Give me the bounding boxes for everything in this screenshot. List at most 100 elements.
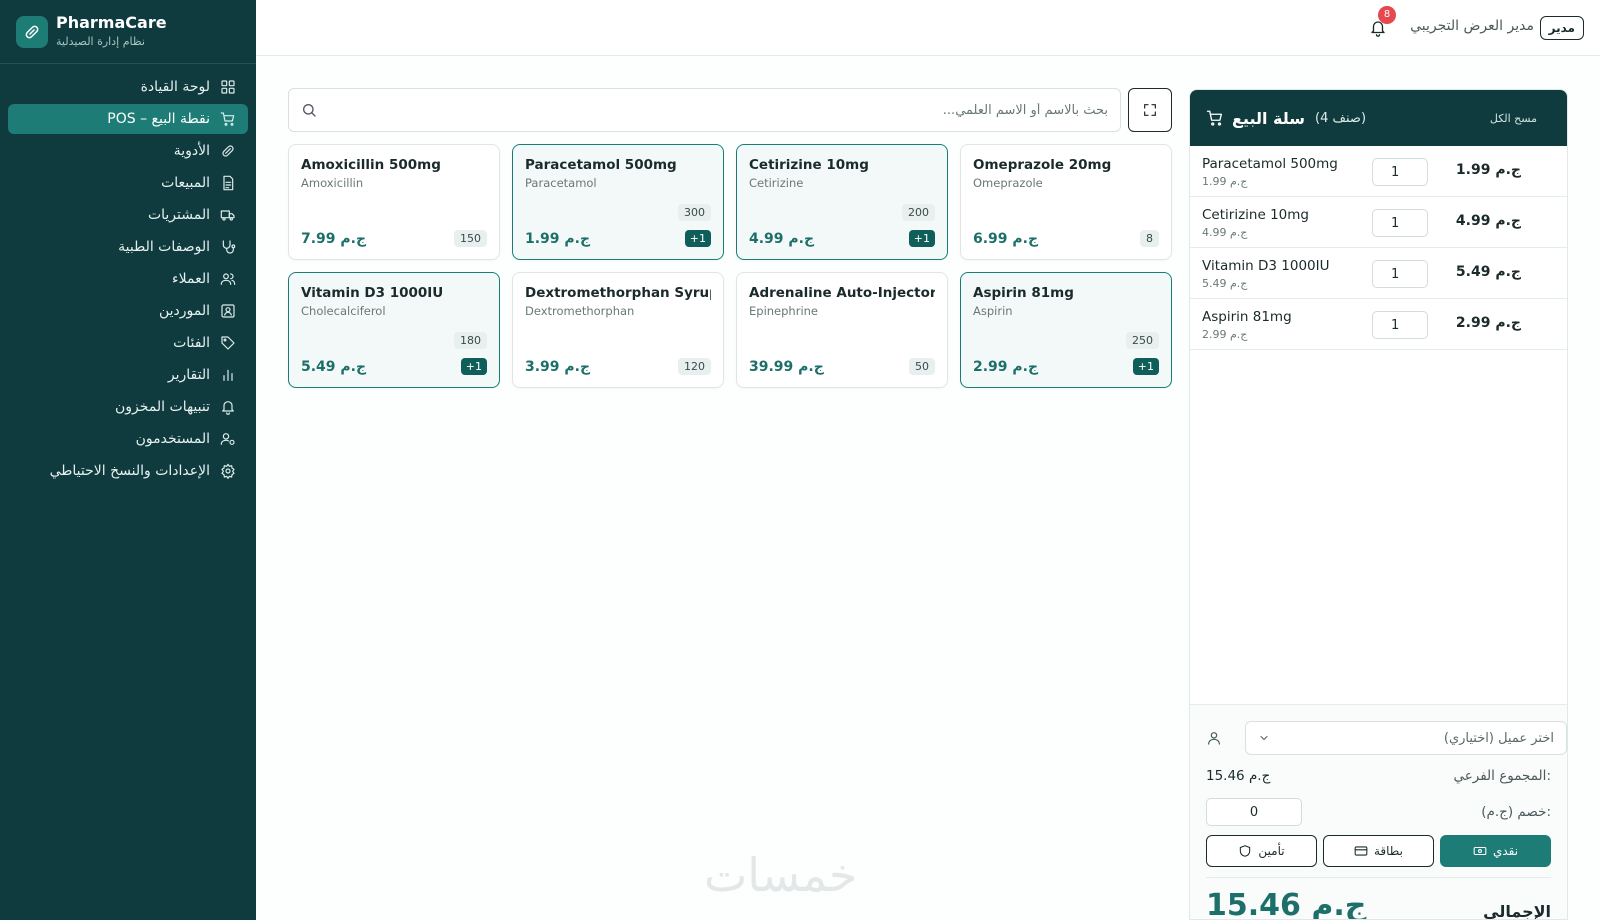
- cart-item-total: 4.99 ج.م: [1455, 213, 1521, 229]
- product-generic-name: Aspirin: [973, 304, 1013, 318]
- product-name: Cetirizine 10mg: [749, 157, 869, 173]
- users-icon: [220, 273, 236, 285]
- product-name: Omeprazole 20mg: [973, 157, 1112, 173]
- pill-icon: [222, 145, 234, 157]
- expand-icon: [1144, 104, 1156, 116]
- card-payment-button[interactable]: بطاقة: [1323, 835, 1434, 867]
- cart-item-unit-price: 2.99 ج.م: [1202, 328, 1248, 341]
- product-generic-name: Cholecalciferol: [301, 304, 386, 318]
- product-card[interactable]: Omeprazole 20mg Omeprazole 6.99 ج.م 8: [960, 144, 1172, 260]
- sidebar-item-users[interactable]: المستخدمون: [8, 424, 248, 454]
- dashboard-icon: [221, 80, 235, 94]
- product-name: Aspirin 81mg: [973, 285, 1074, 301]
- product-card[interactable]: Adrenaline Auto-Injector Epinephrine 39.…: [736, 272, 948, 388]
- sidebar-item-categories[interactable]: الفئات: [8, 328, 248, 358]
- cart-icon: [220, 112, 235, 126]
- product-card[interactable]: Paracetamol 500mg Paracetamol 1.99 ج.م 3…: [512, 144, 724, 260]
- bell-icon: [222, 401, 234, 415]
- sidebar-item-suppliers[interactable]: الموردين: [8, 296, 248, 326]
- sidebar-item-prescriptions[interactable]: الوصفات الطبية: [8, 232, 248, 262]
- gear-icon: [221, 463, 235, 479]
- product-price: 5.49 ج.م: [301, 359, 367, 375]
- product-card[interactable]: Vitamin D3 1000IU Cholecalciferol 5.49 ج…: [288, 272, 500, 388]
- payment-label: نقدي: [1492, 844, 1519, 858]
- stock-badge: 180: [454, 332, 487, 349]
- discount-input[interactable]: [1206, 798, 1302, 826]
- in-cart-badge: +1: [684, 230, 711, 247]
- stethoscope-icon: [222, 240, 236, 254]
- stock-badge: 8: [1140, 230, 1159, 247]
- cart-item-name: Vitamin D3 1000IU: [1202, 258, 1330, 274]
- customer-select[interactable]: اختر عميل (اختياري): [1245, 721, 1567, 755]
- cart-header: سلة البيع (4 صنف) مسح الكل: [1190, 90, 1567, 146]
- product-card[interactable]: Aspirin 81mg Aspirin 2.99 ج.م 250 +1: [960, 272, 1172, 388]
- product-name: Paracetamol 500mg: [525, 157, 677, 173]
- subtotal-value: 15.46 ج.م: [1206, 768, 1271, 784]
- search-input[interactable]: [327, 102, 1108, 118]
- stock-badge: 120: [678, 358, 711, 375]
- product-name: Adrenaline Auto-Injector: [749, 285, 935, 301]
- sidebar-item-purchases[interactable]: المشتريات: [8, 200, 248, 230]
- sidebar-nav: لوحة القيادة POS – نقطة البيع الأدوية ال…: [0, 64, 256, 496]
- stock-badge: 50: [909, 358, 935, 375]
- user-name[interactable]: مدير العرض التجريبي: [1410, 18, 1534, 34]
- sidebar-item-label: لوحة القيادة: [140, 79, 210, 95]
- sidebar-item-customers[interactable]: العملاء: [8, 264, 248, 294]
- cart-item-total: 2.99 ج.م: [1455, 315, 1521, 331]
- sidebar-item-medicines[interactable]: الأدوية: [8, 136, 248, 166]
- cash-payment-button[interactable]: نقدي: [1440, 835, 1551, 867]
- user-gear-icon: [220, 433, 235, 445]
- product-generic-name: Amoxicillin: [301, 176, 364, 190]
- sidebar-item-pos[interactable]: POS – نقطة البيع: [8, 104, 248, 134]
- sidebar-item-label: المبيعات: [161, 175, 210, 191]
- product-card[interactable]: Dextromethorphan Syrup Dextromethorphan …: [512, 272, 724, 388]
- in-cart-badge: +1: [1132, 358, 1159, 375]
- cart-item-unit-price: 4.99 ج.م: [1202, 226, 1248, 239]
- notifications-button[interactable]: 8: [1366, 6, 1396, 40]
- grand-total-value: 15.46 ج.م: [1206, 888, 1367, 920]
- cart-item-quantity-input[interactable]: [1372, 158, 1428, 186]
- sidebar-item-label: الأدوية: [173, 143, 210, 159]
- fullscreen-button[interactable]: [1128, 88, 1172, 132]
- shield-icon: [1240, 845, 1251, 857]
- sidebar-item-label: المستخدمون: [135, 431, 210, 447]
- search-icon: [303, 104, 316, 117]
- cart-item-name: Paracetamol 500mg: [1202, 156, 1338, 172]
- cart-item-quantity-input[interactable]: [1372, 260, 1428, 288]
- sidebar: PharmaCare نظام إدارة الصيدلية لوحة القي…: [0, 0, 256, 920]
- cart-item-name: Aspirin 81mg: [1202, 309, 1292, 325]
- product-price: 1.99 ج.م: [525, 231, 591, 247]
- sidebar-item-reports[interactable]: التقارير: [8, 360, 248, 390]
- tag-icon: [221, 336, 235, 350]
- sidebar-item-sales[interactable]: المبيعات: [8, 168, 248, 198]
- sidebar-item-stock-alerts[interactable]: تنبيهات المخزون: [8, 392, 248, 422]
- search-box: [288, 88, 1121, 132]
- sidebar-item-dashboard[interactable]: لوحة القيادة: [8, 72, 248, 102]
- cart-row: Vitamin D3 1000IU 5.49 ج.م 5.49 ج.م: [1190, 248, 1567, 299]
- stock-badge: 200: [902, 204, 935, 221]
- subtotal-label: المجموع الفرعي:: [1453, 768, 1551, 784]
- cart-item-quantity-input[interactable]: [1372, 311, 1428, 339]
- cart-row: Cetirizine 10mg 4.99 ج.م 4.99 ج.م: [1190, 197, 1567, 248]
- insurance-payment-button[interactable]: تأمين: [1206, 835, 1317, 867]
- sidebar-item-settings[interactable]: الإعدادات والنسخ الاحتياطي: [8, 456, 248, 486]
- product-name: Vitamin D3 1000IU: [301, 285, 444, 301]
- sidebar-item-label: POS – نقطة البيع: [107, 111, 210, 127]
- sidebar-item-label: الفئات: [173, 335, 210, 351]
- product-price: 39.99 ج.م: [749, 359, 824, 375]
- truck-icon: [220, 210, 235, 221]
- brand-name: PharmaCare: [56, 13, 167, 33]
- stock-badge: 300: [678, 204, 711, 221]
- stock-badge: 150: [454, 230, 487, 247]
- product-card[interactable]: Cetirizine 10mg Cetirizine 4.99 ج.م 200 …: [736, 144, 948, 260]
- clear-cart-button[interactable]: مسح الكل: [1490, 112, 1537, 125]
- in-cart-badge: +1: [908, 230, 935, 247]
- product-price: 4.99 ج.م: [749, 231, 815, 247]
- product-price: 2.99 ج.م: [973, 359, 1039, 375]
- product-card[interactable]: Amoxicillin 500mg Amoxicillin 7.99 ج.م 1…: [288, 144, 500, 260]
- sidebar-item-label: الموردين: [158, 303, 210, 319]
- product-price: 6.99 ج.م: [973, 231, 1039, 247]
- cart-item-unit-price: 1.99 ج.م: [1202, 175, 1248, 188]
- cart-item-quantity-input[interactable]: [1372, 209, 1428, 237]
- chevron-down-icon: [1260, 736, 1268, 741]
